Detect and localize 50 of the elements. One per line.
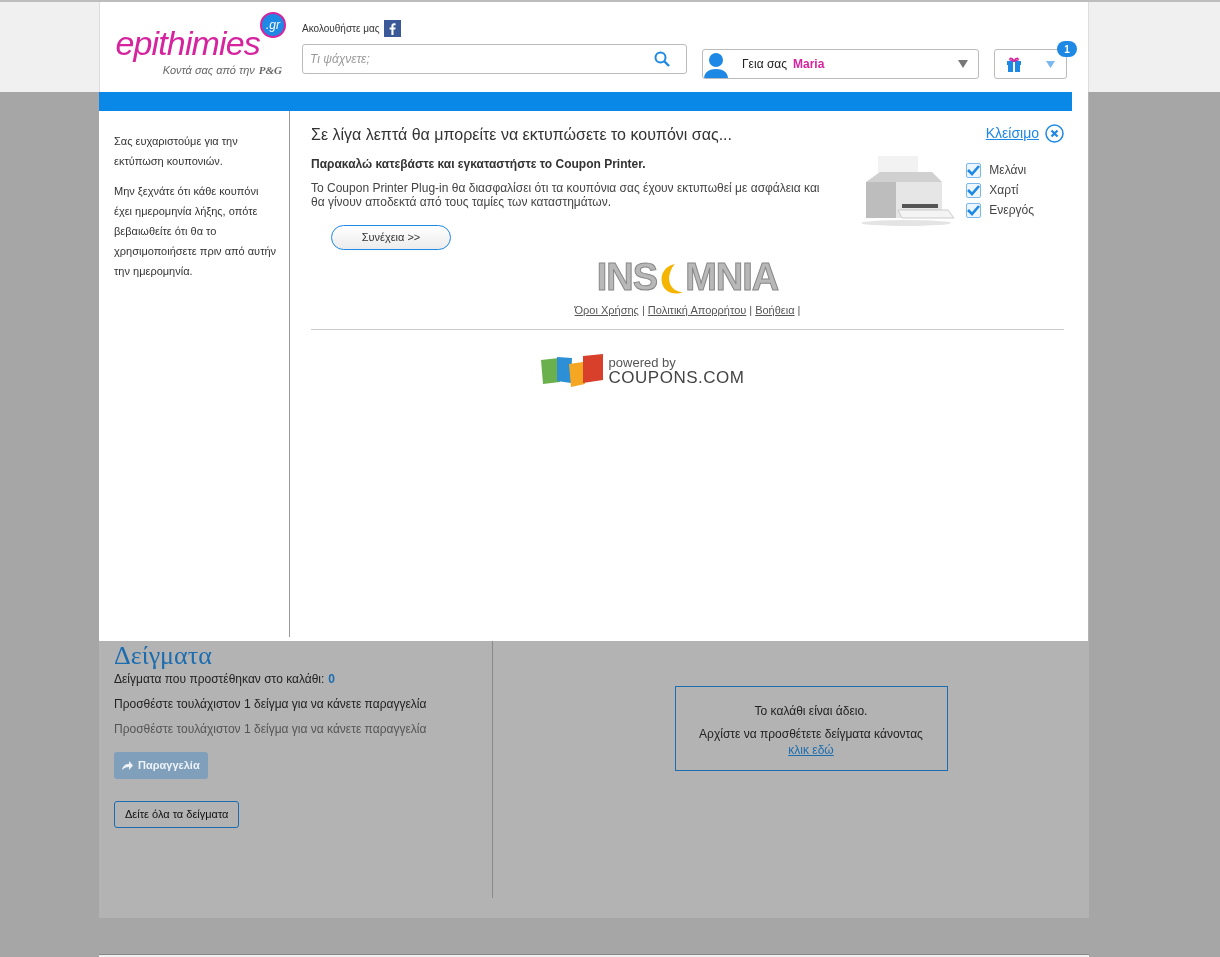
empty-cart-hint: Αρχίστε να προσθέτετε δείγματα κάνοντας κλικ εδώ (698, 726, 924, 758)
plugin-description: Το Coupon Printer Plug-in θα διασφαλίσει ότι τα κουπόνια σας έχουν εκτυπωθεί με ασφάλεια και θα γίνουν αποδεκτά από τους ταμίες των καταστημάτων. (311, 181, 821, 209)
empty-cart-text: Το καλάθι είναι άδειο. (754, 703, 868, 720)
coupons-logo-icon (540, 353, 605, 388)
page-title: Δείγματα (114, 642, 212, 670)
caret-icon (958, 60, 968, 68)
greeting-text: Γεια σας (742, 56, 788, 73)
footer-link[interactable]: Βοήθεια (755, 302, 795, 319)
brand-mark: P&G (258, 63, 282, 78)
install-instruction: Παρακαλώ κατεβάστε και εγκαταστήστε το Coupon Printer. (311, 156, 646, 173)
check-label: Χαρτί (989, 182, 1019, 199)
order-hint: Προσθέστε τουλάχιστον 1 δείγμα για να κάνετε παραγγελία (114, 721, 427, 738)
close-icon[interactable] (1045, 124, 1064, 143)
gift-icon (1006, 56, 1022, 72)
facebook-icon[interactable] (383, 20, 401, 37)
cart-count: 0 (328, 671, 336, 688)
footer-link[interactable]: Πολιτική Απορρήτου (647, 302, 747, 319)
thank-you-note: Μην ξεχνάτε ότι κάθε κουπόνι έχει ημερομηνία λήξης, οπότε βεβαιωθείτε ότι θα το χρησιμοποιήσετε πριν από αυτήν την ημερομηνία. (114, 184, 278, 279)
link-separator: | (641, 303, 645, 318)
check-box[interactable] (966, 162, 982, 178)
check-box[interactable] (966, 202, 982, 218)
close-link[interactable]: Κλείσιμο (985, 123, 1064, 144)
sponsor-logo-text: INS (596, 258, 658, 296)
order-hint: Προσθέστε τουλάχιστον 1 δείγμα για να κάνετε παραγγελία (114, 696, 427, 713)
check-label: Μελάνι (989, 162, 1027, 179)
forward-arrow-icon (122, 761, 133, 770)
logo-domain-badge: .gr (260, 12, 286, 38)
powered-by-text: powered by (608, 355, 676, 369)
footer-link[interactable]: Όροι Χρήσης (574, 302, 639, 319)
logo-tagline: Κοντά σας από την (162, 63, 255, 78)
continue-button[interactable]: Συνέχεια >> (331, 225, 451, 250)
count-badge: 1 (1057, 41, 1077, 57)
link-separator: | (797, 303, 801, 318)
cart-count-label: Δείγματα που προστέθηκαν στο καλάθι: (114, 671, 325, 688)
dialog-title: Σε λίγα λεπτά θα μπορείτε να εκτυπώσετε το κουπόνι σας... (311, 125, 732, 145)
user-icon (703, 51, 729, 78)
thank-you-note: Σας ευχαριστούμε για την εκτύπωση κουπονιών. (114, 134, 239, 169)
logo-wordmark[interactable]: epithimies (115, 24, 260, 62)
follow-label: Ακολουθήστε μας (302, 22, 380, 36)
check-box[interactable] (966, 182, 982, 198)
sponsor-logo-text: MNIA (685, 258, 779, 296)
view-all-samples-button[interactable]: Δείτε όλα τα δείγματα (114, 801, 240, 828)
search-field[interactable]: Τι ψάχνετε; (302, 44, 687, 74)
user-menu[interactable]: Γεια σας Maria (702, 49, 979, 79)
search-icon[interactable] (654, 51, 670, 67)
link-separator: | (749, 303, 753, 318)
caret-icon (1046, 60, 1055, 68)
coupons-wordmark: COUPONS.COM (608, 368, 745, 386)
user-name: Maria (793, 56, 825, 73)
check-label: Ενεργός (989, 202, 1034, 219)
